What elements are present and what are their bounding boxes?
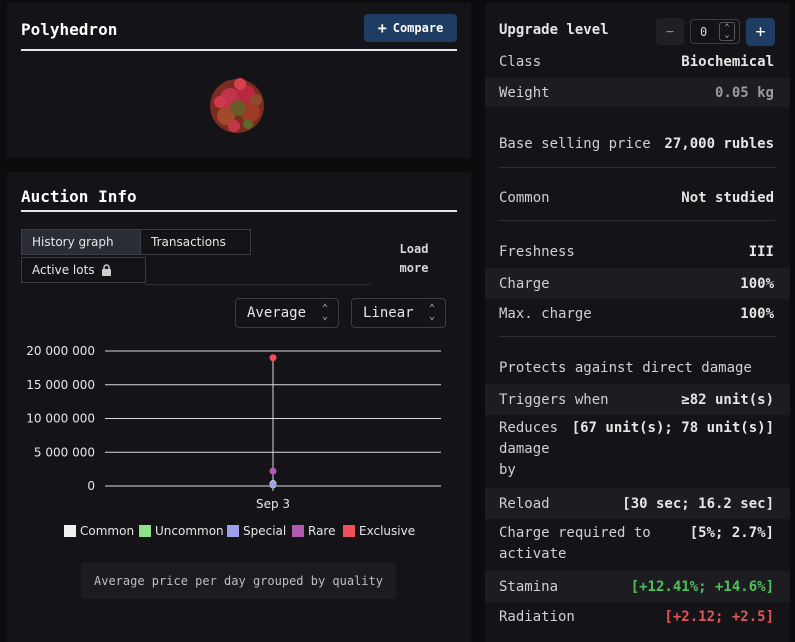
upgrade-plus-button[interactable]: + <box>746 18 775 46</box>
compare-button[interactable]: + Compare <box>364 14 457 42</box>
data-point-exclusive <box>269 354 277 362</box>
y-tick-label: 20 000 000 <box>26 344 95 358</box>
data-point-special <box>269 480 277 488</box>
stat-row-triggers: Triggers when ≥82 unit(s) <box>485 384 790 415</box>
price-history-chart: 20 000 000 15 000 000 10 000 000 5 000 000 0… <box>26 344 441 511</box>
y-tick-label: 10 000 000 <box>26 412 95 426</box>
legend-label: Exclusive <box>359 524 416 538</box>
stat-row-protects: Protects against direct damage <box>499 360 752 376</box>
stat-row-stamina: Stamina [+12.41%; +14.6%] <box>485 571 790 602</box>
scale-select[interactable]: Linear ⌃ ⌄ <box>351 298 446 328</box>
stat-row-reload: Reload [30 sec; 16.2 sec] <box>485 488 790 519</box>
plus-icon: + <box>377 19 387 37</box>
stat-row-weight: Weight 0.05 kg <box>485 78 790 107</box>
x-tick-label: Sep 3 <box>256 497 290 511</box>
divider <box>499 167 775 168</box>
legend-item-uncommon[interactable]: Uncommon <box>139 524 224 538</box>
legend-item-common[interactable]: Common <box>64 524 134 538</box>
auction-divider <box>21 210 457 212</box>
stat-row-class: Class Biochemical <box>499 53 774 70</box>
legend-swatch <box>64 525 76 537</box>
stat-row-max-charge: Max. charge 100% <box>499 306 774 322</box>
aggregate-select[interactable]: Average ⌃ ⌄ <box>235 298 339 328</box>
load-more-button[interactable]: Load more <box>394 240 434 278</box>
updown-icon: ⌃ ⌄ <box>321 303 328 322</box>
stat-row-radiation: Radiation [+2.12; +2.5] <box>499 609 774 625</box>
legend-swatch <box>227 525 239 537</box>
tabs-underline <box>145 284 371 285</box>
divider <box>499 220 775 221</box>
y-tick-label: 5 000 000 <box>34 445 95 459</box>
upgrade-level-input[interactable]: 0 ⌃ ⌄ <box>690 19 740 44</box>
tab-active-lots[interactable]: Active lots <box>21 257 146 283</box>
legend-swatch <box>292 525 304 537</box>
tab-transactions[interactable]: Transactions <box>140 229 251 255</box>
legend-label: Uncommon <box>155 524 224 538</box>
stat-row-freshness: Freshness III <box>499 244 774 260</box>
updown-icon: ⌃ ⌄ <box>428 303 435 322</box>
stat-row-common: Common Not studied <box>499 190 774 206</box>
stat-row-reduces-damage: Reduces damage by [67 unit(s); 78 unit(s)… <box>499 420 774 478</box>
lock-icon <box>101 264 111 276</box>
upgrade-level-label: Upgrade level <box>499 22 609 38</box>
item-image <box>210 78 264 133</box>
y-tick-label: 0 <box>87 479 95 493</box>
item-name: Polyhedron <box>21 20 118 39</box>
header-divider <box>21 49 457 51</box>
upgrade-minus-button[interactable]: − <box>656 18 684 45</box>
legend-item-exclusive[interactable]: Exclusive <box>343 524 415 538</box>
stat-row-base-price: Base selling price 27,000 rubles <box>499 136 774 152</box>
legend-item-special[interactable]: Special <box>227 524 286 538</box>
tab-history-graph[interactable]: History graph <box>21 229 141 255</box>
stepper-icon[interactable]: ⌃ ⌄ <box>719 22 735 41</box>
data-point-rare <box>269 467 277 475</box>
compare-label: Compare <box>392 21 444 35</box>
auction-title: Auction Info <box>21 187 137 206</box>
y-tick-label: 15 000 000 <box>26 378 95 392</box>
legend-swatch <box>139 525 151 537</box>
stat-row-charge-required: Charge required to activate [5%; 2.7%] <box>499 525 774 562</box>
legend-item-rare[interactable]: Rare <box>292 524 335 538</box>
legend-label: Rare <box>308 524 336 538</box>
stat-row-charge: Charge 100% <box>485 268 790 299</box>
legend-label: Common <box>80 524 135 538</box>
legend-label: Special <box>243 524 287 538</box>
divider <box>499 336 775 337</box>
legend-swatch <box>343 525 355 537</box>
chart-caption: Average price per day grouped by quality <box>81 562 396 599</box>
